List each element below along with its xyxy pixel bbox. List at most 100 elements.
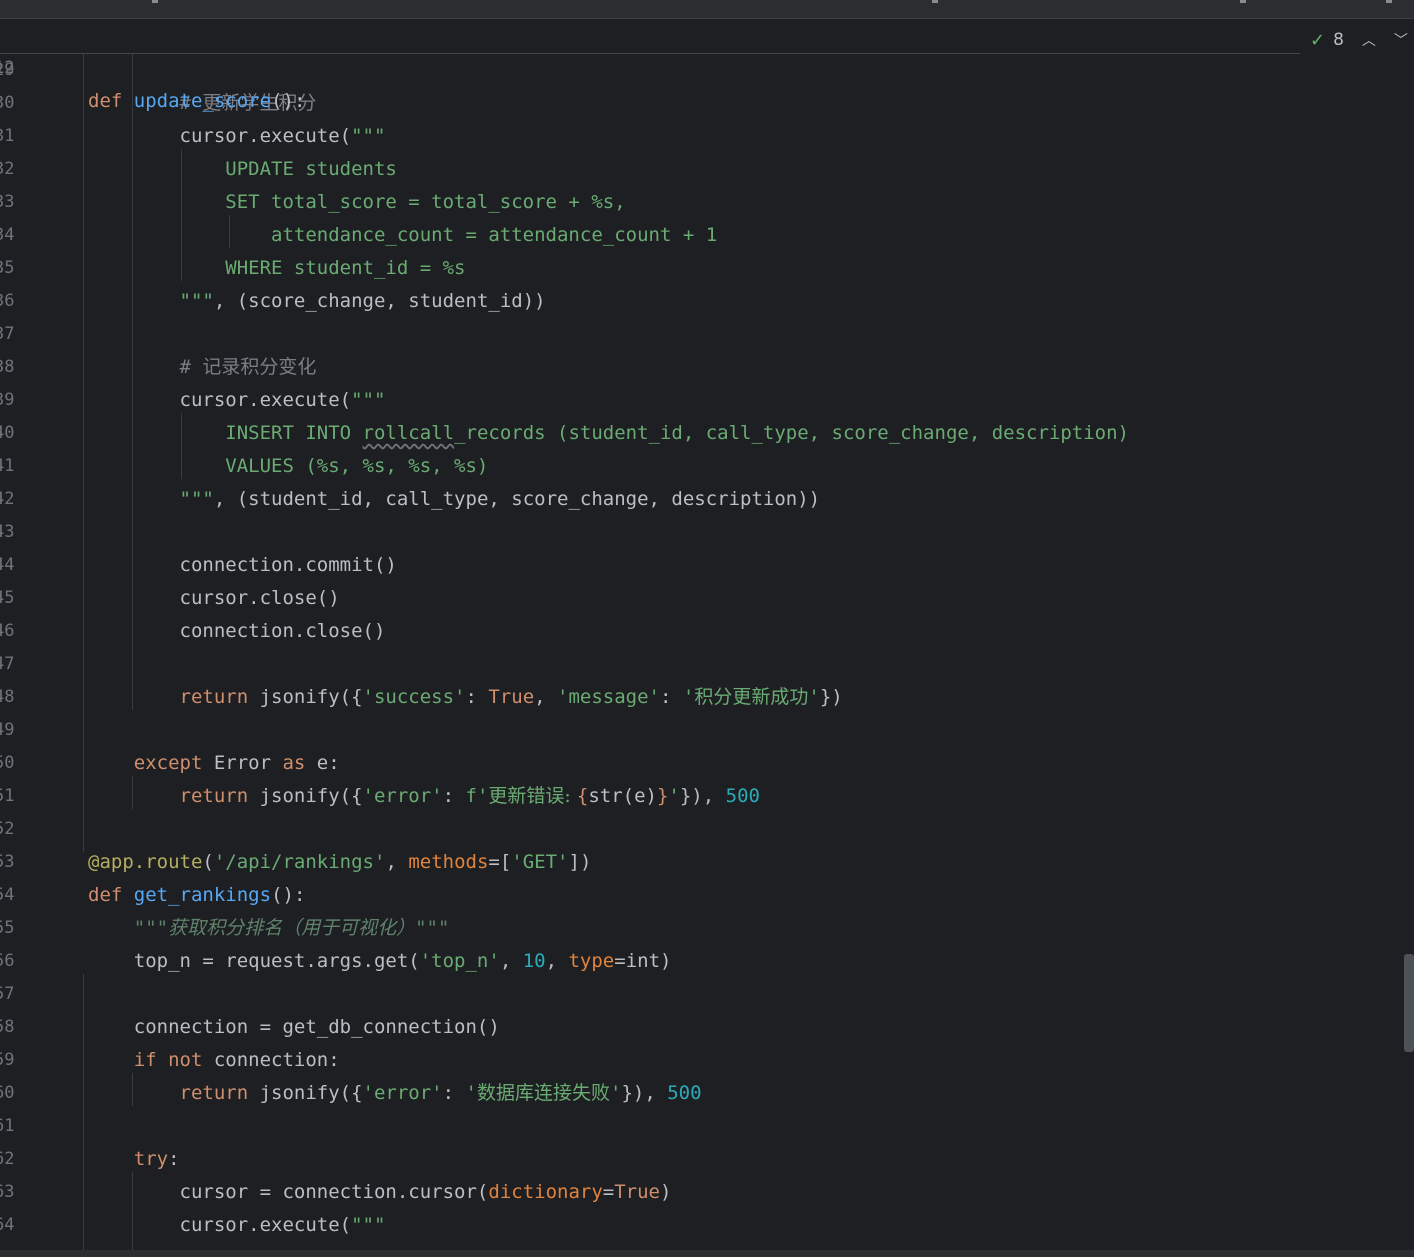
code-token: f' [465,785,489,807]
code-token: (): [271,90,306,112]
code-token: 更新错误: [488,785,577,807]
code-token: : [442,785,466,807]
code-editor[interactable]: 2930 # 更新学生积分31 cursor.execute("""32 UPD… [0,54,1414,1250]
line-number: 41 [0,456,15,476]
code-token: def [88,884,123,906]
line-number: 62 [0,1149,15,1169]
code-token: jsonify({ [248,1082,363,1104]
code-token: 'error' [362,1082,443,1104]
code-token: dictionary [488,1181,603,1203]
code-token: =[ [488,851,512,873]
code-token: Error [202,752,283,774]
code-token: 'top_n' [419,950,500,972]
line-number: 49 [0,720,15,740]
vertical-scrollbar[interactable] [1404,954,1414,1052]
code-token: 500 [725,785,760,807]
line-number: 45 [0,588,15,608]
previous-highlight-button[interactable]: ︿ [1362,30,1376,50]
next-highlight-button[interactable]: ﹀ [1394,30,1408,50]
code-token: }) [819,686,843,708]
code-token: ' [808,686,820,708]
code-token: } [656,785,669,807]
code-text: cursor = connection.cursor(dictionary=Tr… [88,1176,672,1209]
code-token: try [88,1148,169,1170]
code-text: return jsonify({'success': True, 'messag… [88,681,843,714]
status-strip [0,1250,1414,1257]
code-text: """, (student_id, call_type, score_chang… [88,483,821,516]
code-token: cursor = connection.cursor( [88,1181,489,1203]
code-token: { [576,785,589,807]
code-token: }), [679,785,726,807]
line-number: 61 [0,1116,15,1136]
line-number: 44 [0,555,15,575]
code-text: top_n = request.args.get('top_n', 10, ty… [88,945,672,978]
sticky-line[interactable]: 12 def update_score(): [0,19,305,112]
code-text: # 记录积分变化 [88,351,317,384]
line-number: 34 [0,225,15,245]
sticky-code: def update_score(): [88,85,305,118]
code-token: 'success' [362,686,466,708]
code-text: attendance_count = attendance_count + 1 [88,219,717,252]
line-number: 37 [0,324,15,344]
code-token: : [442,1082,466,1104]
line-number: 32 [0,159,15,179]
inspection-widget[interactable]: ✓ 8 ︿ ﹀ [1310,26,1408,54]
code-token: ' [682,686,695,708]
code-token: : [465,686,489,708]
line-number: 46 [0,621,15,641]
code-token: connection: [202,1049,340,1071]
code-token: """ [415,917,450,939]
code-token: 'message' [557,686,660,708]
code-token: True [488,686,535,708]
code-token: ]) [568,851,592,873]
line-number: 12 [0,58,15,78]
line-number: 40 [0,423,15,443]
code-token: 500 [667,1082,702,1104]
code-token: = [602,1181,615,1203]
code-text: SELECT student_id, name, class, total_sc… [88,1242,934,1250]
code-token: INSERT INTO [88,422,363,444]
tab-indicator [932,0,938,3]
code-token: WHERE student_id = %s [88,257,466,279]
code-token: """ [88,917,169,939]
code-text: VALUES (%s, %s, %s, %s) [88,450,488,483]
code-token: jsonify({ [248,785,363,807]
line-number: 47 [0,654,15,674]
code-token: methods [408,851,489,873]
code-token: # [88,356,203,378]
code-token: ' [465,1082,477,1104]
code-token: top_n = request.args.get( [88,950,420,972]
code-text: connection.close() [88,615,386,648]
line-number: 48 [0,687,15,707]
code-token: type [568,950,615,972]
code-token: cursor.execute( [88,1214,352,1236]
code-token: """ [88,290,214,312]
code-text: UPDATE students [88,153,397,186]
code-token: """ [351,1214,386,1236]
code-token: return [88,1082,249,1104]
code-token: ) [659,1181,672,1203]
line-number: 33 [0,192,15,212]
code-token: return [88,785,249,807]
code-text: WHERE student_id = %s [88,252,466,285]
code-token: connection.close() [88,620,386,642]
line-number: 51 [0,786,15,806]
code-token: jsonify({ [248,686,363,708]
code-token: 数据库连接失败 [476,1082,610,1104]
code-token: 记录积分变化 [202,356,317,378]
line-number: 39 [0,390,15,410]
code-token: @app.route [88,851,203,873]
code-text: try: [88,1143,180,1176]
tab-indicator [1386,0,1392,3]
code-token: 获取积分排名（用于可视化） [168,917,416,939]
line-number: 64 [0,1215,15,1235]
code-text: SET total_score = total_score + %s, [88,186,625,219]
code-token: : [660,686,683,708]
sticky-scroll-header[interactable]: 12 def update_score(): [0,19,1300,112]
code-text: return jsonify({'error': f'更新错误: {str(e)… [88,780,760,813]
line-number: 50 [0,753,15,773]
code-text: if not connection: [88,1044,340,1077]
line-number: 58 [0,1017,15,1037]
code-token: VALUES (%s, %s, %s, %s) [88,455,489,477]
